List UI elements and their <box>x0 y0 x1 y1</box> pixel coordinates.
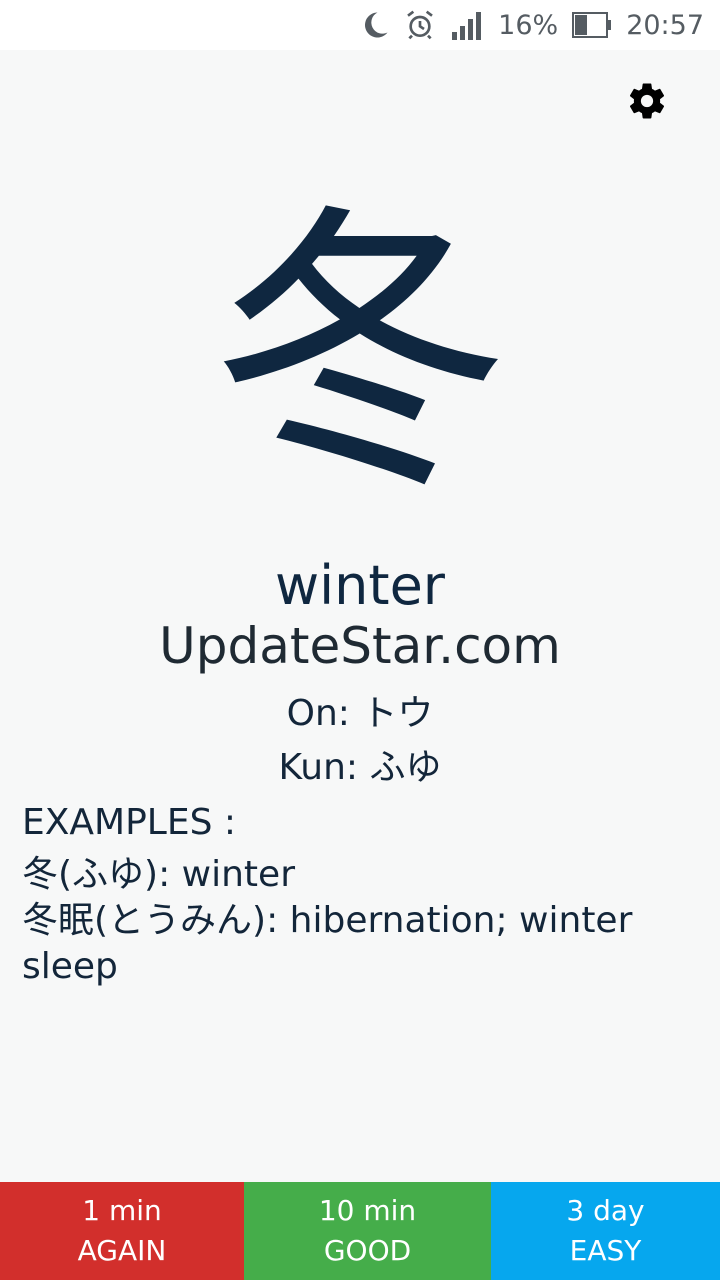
battery-icon <box>572 12 612 38</box>
clock-time: 20:57 <box>626 9 704 41</box>
again-label: AGAIN <box>77 1234 167 1267</box>
kanji-meaning: winter <box>275 554 445 617</box>
again-button[interactable]: 1 min AGAIN <box>0 1182 244 1280</box>
good-label: GOOD <box>323 1234 412 1267</box>
status-bar: 16% 20:57 <box>0 0 720 50</box>
again-interval: 1 min <box>82 1194 162 1227</box>
signal-icon <box>450 10 484 40</box>
examples-section: EXAMPLES : 冬(ふゆ): winter 冬眠(とうみん): hiber… <box>22 800 702 990</box>
rating-bar: 1 min AGAIN 10 min GOOD 3 day EASY <box>0 1182 720 1280</box>
good-interval: 10 min <box>318 1194 417 1227</box>
easy-label: EASY <box>569 1234 642 1267</box>
kun-reading: Kun: ふゆ <box>278 747 442 788</box>
battery-percent: 16% <box>498 9 559 41</box>
good-button[interactable]: 10 min GOOD <box>244 1182 491 1280</box>
on-reading: On: トウ <box>286 693 434 734</box>
gear-icon <box>626 80 668 126</box>
moon-icon <box>360 10 390 40</box>
watermark-text: UpdateStar.com <box>159 617 561 675</box>
settings-button[interactable] <box>624 80 670 126</box>
alarm-icon <box>404 9 436 41</box>
easy-button[interactable]: 3 day EASY <box>491 1182 720 1280</box>
example-item: 冬(ふゆ): winter <box>22 854 295 895</box>
example-item: 冬眠(とうみん): hibernation; winter sleep <box>22 900 633 987</box>
kanji-character: 冬 <box>210 180 510 529</box>
examples-title: EXAMPLES : <box>22 802 237 843</box>
easy-interval: 3 day <box>566 1194 645 1227</box>
